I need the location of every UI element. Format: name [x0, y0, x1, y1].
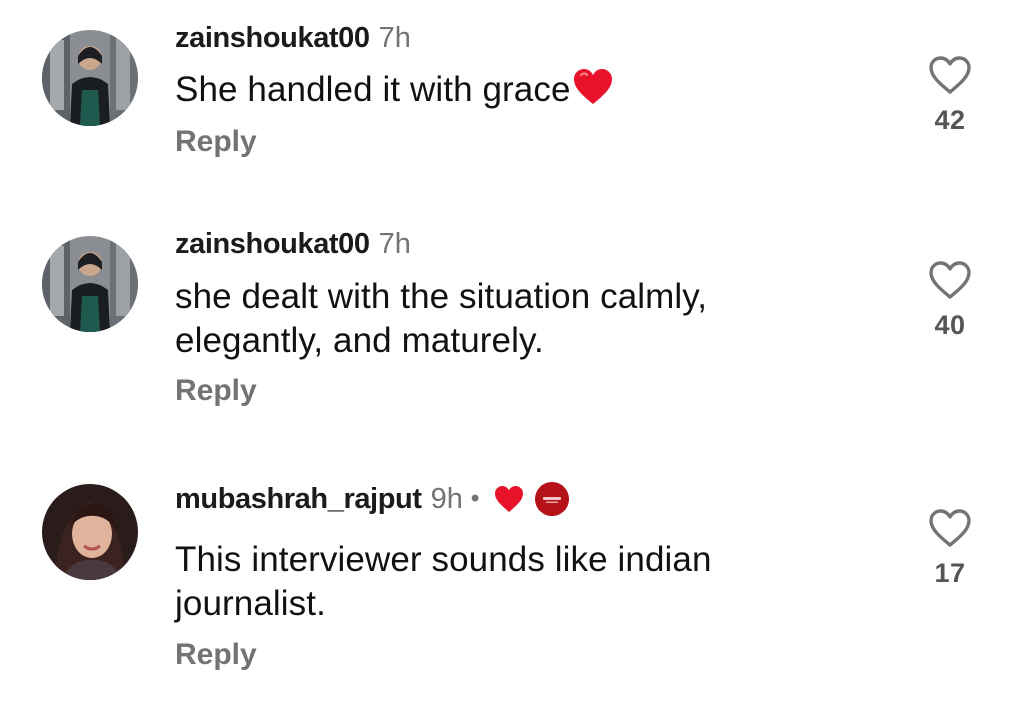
username[interactable]: zainshoukat00	[175, 228, 370, 261]
comment-text: she dealt with the situation calmly, ele…	[175, 275, 815, 363]
comment-text: She handled it with grace	[175, 68, 815, 112]
like-count: 17	[934, 558, 966, 588]
reply-button[interactable]: Reply	[175, 638, 257, 672]
profile-photo-icon	[42, 30, 138, 126]
comment-header: zainshoukat00 7h	[175, 22, 411, 55]
comment-header: zainshoukat00 7h	[175, 228, 411, 261]
profile-photo-icon	[42, 236, 138, 332]
reply-button[interactable]: Reply	[175, 125, 257, 159]
username[interactable]: zainshoukat00	[175, 22, 370, 55]
timestamp: 7h	[378, 22, 411, 54]
creator-avatar-badge	[535, 482, 570, 516]
avatar[interactable]	[42, 30, 138, 126]
heart-outline-icon[interactable]	[928, 55, 972, 95]
like-count: 40	[934, 310, 966, 340]
profile-photo-icon	[42, 484, 138, 580]
separator-dot: •	[470, 485, 480, 512]
like-count: 42	[934, 105, 966, 135]
heart-outline-icon[interactable]	[928, 260, 972, 300]
heart-outline-icon[interactable]	[928, 508, 972, 548]
username[interactable]: mubashrah_rajput	[175, 483, 422, 516]
like-control: 17	[924, 508, 976, 589]
comment-text-line: elegantly, and maturely.	[175, 321, 544, 360]
like-control: 42	[924, 55, 976, 136]
red-heart-icon	[573, 69, 612, 104]
comment-text: This interviewer sounds like indian jour…	[175, 538, 815, 626]
avatar[interactable]	[42, 236, 138, 332]
comment-text-line: She handled it with grace	[175, 70, 571, 109]
timestamp: 7h	[378, 228, 411, 260]
comment-header: mubashrah_rajput 9h •	[175, 482, 570, 516]
avatar[interactable]	[42, 484, 138, 580]
timestamp: 9h	[430, 482, 463, 515]
comment-text-line: journalist.	[175, 584, 326, 623]
creator-avatar-icon	[535, 482, 570, 516]
like-control: 40	[924, 260, 976, 341]
creator-liked-heart-icon	[495, 486, 524, 512]
comment-text-line: she dealt with the situation calmly,	[175, 277, 708, 316]
reply-button[interactable]: Reply	[175, 374, 257, 408]
comment-text-line: This interviewer sounds like indian	[175, 540, 712, 579]
